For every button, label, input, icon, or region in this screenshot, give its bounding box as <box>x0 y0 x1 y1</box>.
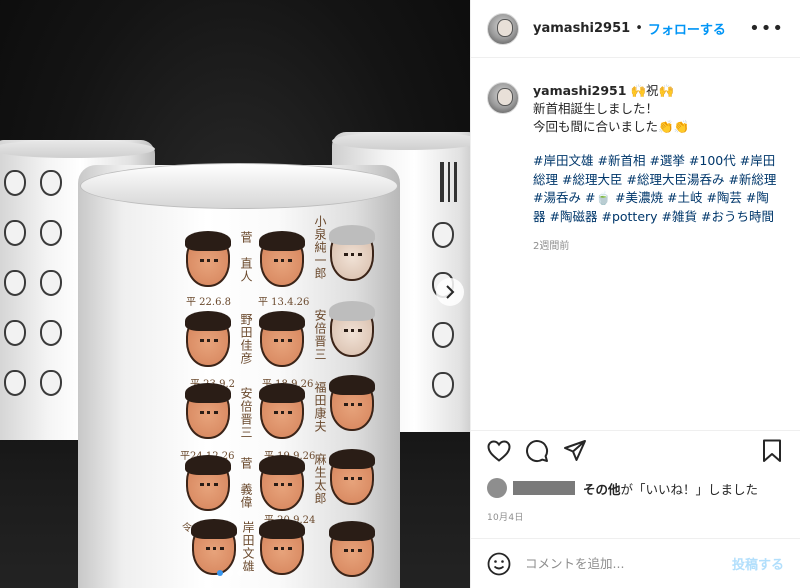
hashtag-link[interactable]: #陶芸 <box>706 190 741 205</box>
hashtag-link[interactable]: #🍵 <box>585 190 611 205</box>
hashtag-link[interactable]: #新総理 <box>728 172 776 187</box>
cup-date-1: 平 22.6.8 <box>186 297 231 308</box>
hashtag-link[interactable]: #新首相 <box>597 153 645 168</box>
hashtag-link[interactable]: #湯呑み <box>533 190 581 205</box>
like-button[interactable] <box>485 437 513 465</box>
main-teacup: 菅 直人 平 22.6.8 野田佳彦 平 23.9.2 安倍晋三 平24.12.… <box>78 163 400 588</box>
hashtag-list: #岸田文雄 #新首相 #選挙 #100代 #岸田総理 #総理大臣 #総理大臣湯呑… <box>533 152 781 226</box>
portrait-abe-1 <box>259 311 305 367</box>
portrait-noda <box>185 311 231 367</box>
liker-name-redacted <box>513 481 575 495</box>
portrait-col3-4 <box>329 449 375 505</box>
comment-input[interactable] <box>525 556 724 571</box>
portrait-suga <box>185 455 231 511</box>
carousel-indicator <box>0 570 470 576</box>
header-separator: • <box>635 21 643 36</box>
likes-summary[interactable]: その他 が「いいね！」しました <box>487 478 758 498</box>
cup-name-7: 菅 義偉 <box>239 457 253 509</box>
portrait-kishida <box>191 519 237 575</box>
cup-name-5: 安倍晋三 <box>239 387 253 439</box>
carousel-dot <box>247 570 253 576</box>
caption-line: 新首相誕生しました！ <box>533 101 659 116</box>
post-date[interactable]: 10月4日 <box>487 510 524 523</box>
carousel-dot <box>237 570 243 576</box>
save-button[interactable] <box>758 437 786 465</box>
portrait-col3-1 <box>329 225 375 281</box>
caption-avatar[interactable] <box>487 82 519 114</box>
portrait-abe-2 <box>185 383 231 439</box>
comment-button[interactable] <box>523 437 551 465</box>
cup-date-2: 平 13.4.26 <box>258 297 310 308</box>
send-icon <box>564 439 586 461</box>
caption-line: 今回も間に合いました👏👏 <box>533 119 690 134</box>
comment-box: 投稿する <box>471 538 800 588</box>
post-header: yamashi2951 • フォローする ••• <box>471 0 800 58</box>
post-detail-panel: yamashi2951 • フォローする ••• yamashi2951 🙌祝🙌… <box>470 0 800 588</box>
cup-name-4: 安倍晋三 <box>313 309 327 361</box>
hashtag-link[interactable]: #おうち時間 <box>701 209 774 224</box>
portrait-koizumi <box>259 231 305 287</box>
portrait-col3-3 <box>329 375 375 431</box>
likes-others[interactable]: その他 <box>583 479 621 498</box>
caption-username[interactable]: yamashi2951 <box>533 83 626 98</box>
portrait-hatoyama <box>259 519 305 575</box>
liker-avatar <box>487 478 507 498</box>
follow-button[interactable]: フォローする <box>648 19 726 38</box>
bookmark-icon <box>763 439 781 462</box>
hashtag-link[interactable]: #総理大臣 <box>562 172 622 187</box>
caption-first-line: 🙌祝🙌 <box>630 83 675 98</box>
hashtag-link[interactable]: #総理大臣湯呑み <box>626 172 724 187</box>
cup-name-3: 野田佳彦 <box>239 313 253 365</box>
cup-name-2: 小泉純一郎 <box>313 215 327 280</box>
carousel-next-button[interactable] <box>436 278 464 306</box>
hashtag-link[interactable]: #陶磁器 <box>550 209 598 224</box>
emoji-icon[interactable] <box>487 552 511 576</box>
carousel-dot <box>227 570 233 576</box>
cup-name-8: 麻生太郎 <box>313 453 327 505</box>
post-comment-button[interactable]: 投稿する <box>732 554 784 573</box>
cup-name-9: 岸田文雄 <box>241 521 255 573</box>
hashtag-link[interactable]: #選挙 <box>649 153 684 168</box>
action-bar <box>471 430 800 470</box>
caption-timestamp[interactable]: 2週間前 <box>533 238 781 256</box>
heart-icon <box>487 439 511 462</box>
hashtag-link[interactable]: #岸田文雄 <box>533 153 593 168</box>
cup-name-6: 福田康夫 <box>313 381 327 433</box>
post-caption: yamashi2951 🙌祝🙌 新首相誕生しました！ 今回も間に合いました👏👏 … <box>471 58 800 256</box>
portrait-fukuda <box>259 383 305 439</box>
more-options-button[interactable]: ••• <box>749 18 784 39</box>
portrait-kan-naoto <box>185 231 231 287</box>
caption-body: yamashi2951 🙌祝🙌 新首相誕生しました！ 今回も間に合いました👏👏 … <box>533 82 781 256</box>
hashtag-link[interactable]: #pottery <box>601 209 657 224</box>
likes-text: が「いいね！」しました <box>620 481 759 497</box>
author-avatar[interactable] <box>487 12 519 45</box>
carousel-dot <box>217 570 223 576</box>
hashtag-link[interactable]: #土岐 <box>667 190 702 205</box>
hashtag-link[interactable]: #雑貨 <box>662 209 697 224</box>
share-button[interactable] <box>561 437 589 465</box>
hashtag-link[interactable]: #100代 <box>689 153 736 168</box>
chevron-right-icon <box>446 285 455 299</box>
portrait-aso <box>259 455 305 511</box>
portrait-col3-2 <box>329 301 375 357</box>
cup-name-1: 菅 直人 <box>239 231 253 283</box>
hashtag-link[interactable]: #美濃焼 <box>615 190 663 205</box>
post-photo[interactable]: 菅 直人 平 22.6.8 野田佳彦 平 23.9.2 安倍晋三 平24.12.… <box>0 0 470 588</box>
comment-icon <box>526 439 549 462</box>
author-username[interactable]: yamashi2951 <box>533 21 630 36</box>
